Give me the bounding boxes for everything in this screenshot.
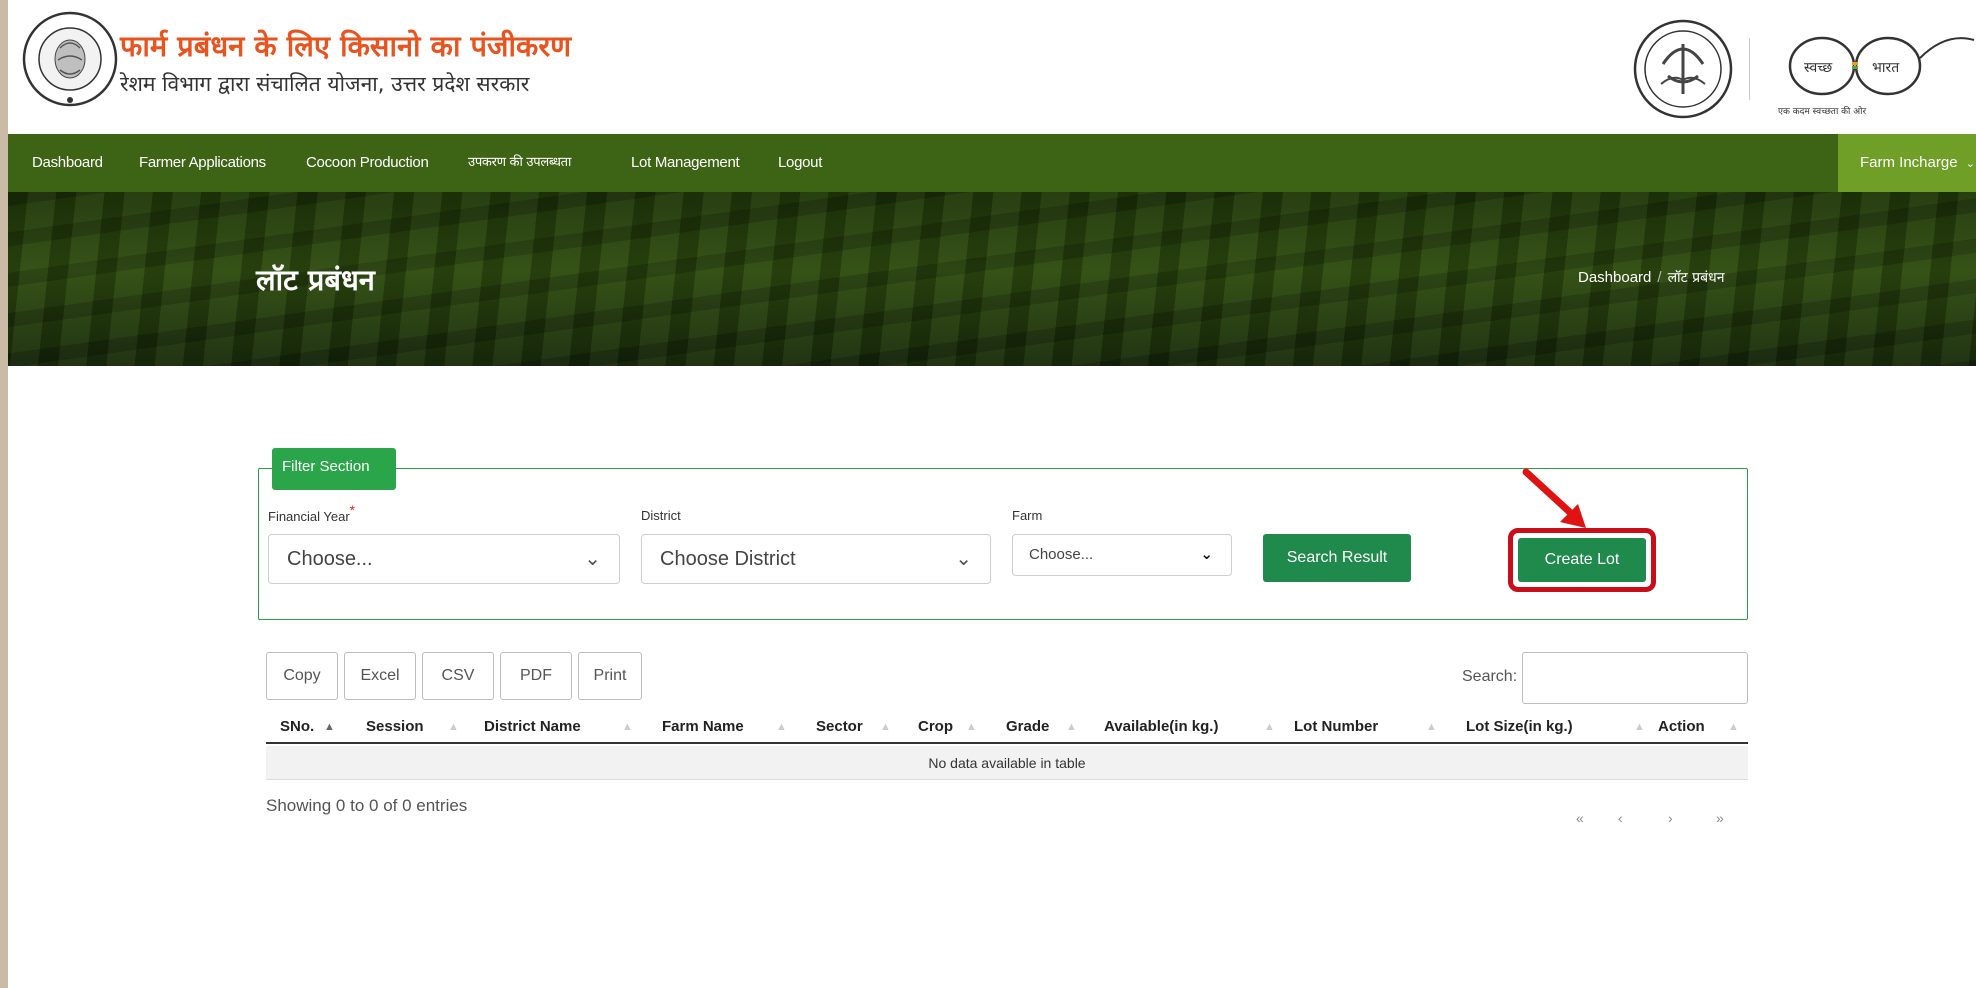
column-available[interactable]: Available(in kg.) <box>1104 710 1218 744</box>
column-farm-name[interactable]: Farm Name <box>662 710 744 744</box>
create-lot-button[interactable]: Create Lot <box>1518 538 1646 582</box>
financial-year-select[interactable]: Choose... ⌄ <box>268 534 620 584</box>
pager-next[interactable]: › <box>1668 810 1673 826</box>
site-header: फार्म प्रबंधन के लिए किसानो का पंजीकरण र… <box>8 0 1976 134</box>
excel-button[interactable]: Excel <box>344 652 416 700</box>
table-header: SNo. ▲ Session ▲ District Name ▲ Farm Na… <box>266 710 1748 744</box>
financial-year-label: Financial Year* <box>268 502 355 524</box>
chevron-down-icon: ⌄ <box>955 548 972 570</box>
column-sno[interactable]: SNo. <box>280 710 314 744</box>
column-action[interactable]: Action <box>1658 710 1705 744</box>
sort-icon: ▲ <box>776 721 787 733</box>
column-crop[interactable]: Crop <box>918 710 953 744</box>
sort-icon: ▲ <box>1728 721 1739 733</box>
page-banner: लॉट प्रबंधन Dashboard / लॉट प्रबंधन <box>8 192 1976 366</box>
nav-dashboard[interactable]: Dashboard <box>32 134 103 192</box>
print-button[interactable]: Print <box>578 652 642 700</box>
sort-icon: ▲ <box>1426 721 1437 733</box>
breadcrumb-dashboard[interactable]: Dashboard <box>1578 269 1651 286</box>
swachh-tagline: एक कदम स्वच्छता की ओर <box>1778 105 1866 117</box>
sort-icon: ▲ <box>1634 721 1645 733</box>
chevron-down-icon: ⌄ <box>584 548 601 570</box>
sort-icon: ▲ <box>1264 721 1275 733</box>
table-empty-row: No data available in table <box>266 746 1748 780</box>
table-info: Showing 0 to 0 of 0 entries <box>266 796 468 815</box>
sort-icon: ▲ <box>448 721 459 733</box>
user-menu-farm-incharge[interactable]: Farm Incharge ⌄ <box>1838 134 1976 192</box>
farm-select[interactable]: Choose... ⌄ <box>1012 534 1232 576</box>
nav-logout[interactable]: Logout <box>778 134 822 192</box>
chevron-down-icon: ⌄ <box>1200 546 1213 563</box>
district-value: Choose District <box>660 548 796 570</box>
district-select[interactable]: Choose District ⌄ <box>641 534 991 584</box>
filter-section-label: Filter Section <box>272 448 396 490</box>
sort-icon: ▲ <box>622 721 633 733</box>
column-grade[interactable]: Grade <box>1006 710 1049 744</box>
breadcrumb-separator: / <box>1657 269 1662 286</box>
sort-icon: ▲ <box>966 721 977 733</box>
search-input[interactable] <box>1522 652 1748 704</box>
breadcrumb-current: लॉट प्रबंधन <box>1667 270 1725 286</box>
chevron-down-icon: ⌄ <box>1965 158 1975 170</box>
nav-equipment-availability[interactable]: उपकरण की उपलब्धता <box>468 134 571 192</box>
swachh-bharat-logo: स्वच्छ भारत एक कदम स्वच्छता की ओर <box>1778 36 1975 117</box>
user-menu-label: Farm Incharge <box>1860 154 1958 171</box>
sort-icon: ▲ <box>880 721 891 733</box>
pager-last[interactable]: » <box>1716 810 1724 826</box>
pager-first[interactable]: « <box>1576 810 1584 826</box>
swachh-word1: स्वच्छ <box>1804 60 1833 76</box>
site-subtitle: रेशम विभाग द्वारा संचालित योजना, उत्तर प… <box>120 72 530 96</box>
district-label: District <box>641 508 681 523</box>
nav-farmer-applications[interactable]: Farmer Applications <box>139 134 266 192</box>
sort-asc-icon: ▲ <box>324 721 335 733</box>
red-arrow-annotation <box>1522 468 1586 528</box>
app-frame: फार्म प्रबंधन के लिए किसानो का पंजीकरण र… <box>8 0 1976 988</box>
page-title: लॉट प्रबंधन <box>256 263 375 297</box>
nav-lot-management[interactable]: Lot Management <box>631 134 740 192</box>
swachh-word2: भारत <box>1872 60 1900 76</box>
farm-label: Farm <box>1012 508 1043 523</box>
main-navbar: Dashboard Farmer Applications Cocoon Pro… <box>8 134 1976 192</box>
search-result-button[interactable]: Search Result <box>1263 534 1411 582</box>
column-sector[interactable]: Sector <box>816 710 863 744</box>
csv-button[interactable]: CSV <box>422 652 494 700</box>
sort-icon: ▲ <box>1066 721 1077 733</box>
breadcrumb: Dashboard / लॉट प्रबंधन <box>1578 268 1725 287</box>
nav-cocoon-production[interactable]: Cocoon Production <box>306 134 429 192</box>
site-title: फार्म प्रबंधन के लिए किसानो का पंजीकरण <box>120 29 572 63</box>
up-government-emblem <box>1633 19 1733 119</box>
financial-year-label-text: Financial Year <box>268 509 350 524</box>
resham-logo <box>22 11 118 107</box>
column-district-name[interactable]: District Name <box>484 710 581 744</box>
pager-previous[interactable]: ‹ <box>1618 810 1623 826</box>
pdf-button[interactable]: PDF <box>500 652 572 700</box>
farm-value: Choose... <box>1029 546 1094 563</box>
required-mark: * <box>349 502 356 518</box>
copy-button[interactable]: Copy <box>266 652 338 700</box>
column-session[interactable]: Session <box>366 710 424 744</box>
financial-year-value: Choose... <box>287 548 373 570</box>
search-label: Search: <box>1462 668 1518 685</box>
column-lot-size[interactable]: Lot Size(in kg.) <box>1466 710 1573 744</box>
column-lot-number[interactable]: Lot Number <box>1294 710 1378 744</box>
header-divider <box>1749 38 1750 100</box>
